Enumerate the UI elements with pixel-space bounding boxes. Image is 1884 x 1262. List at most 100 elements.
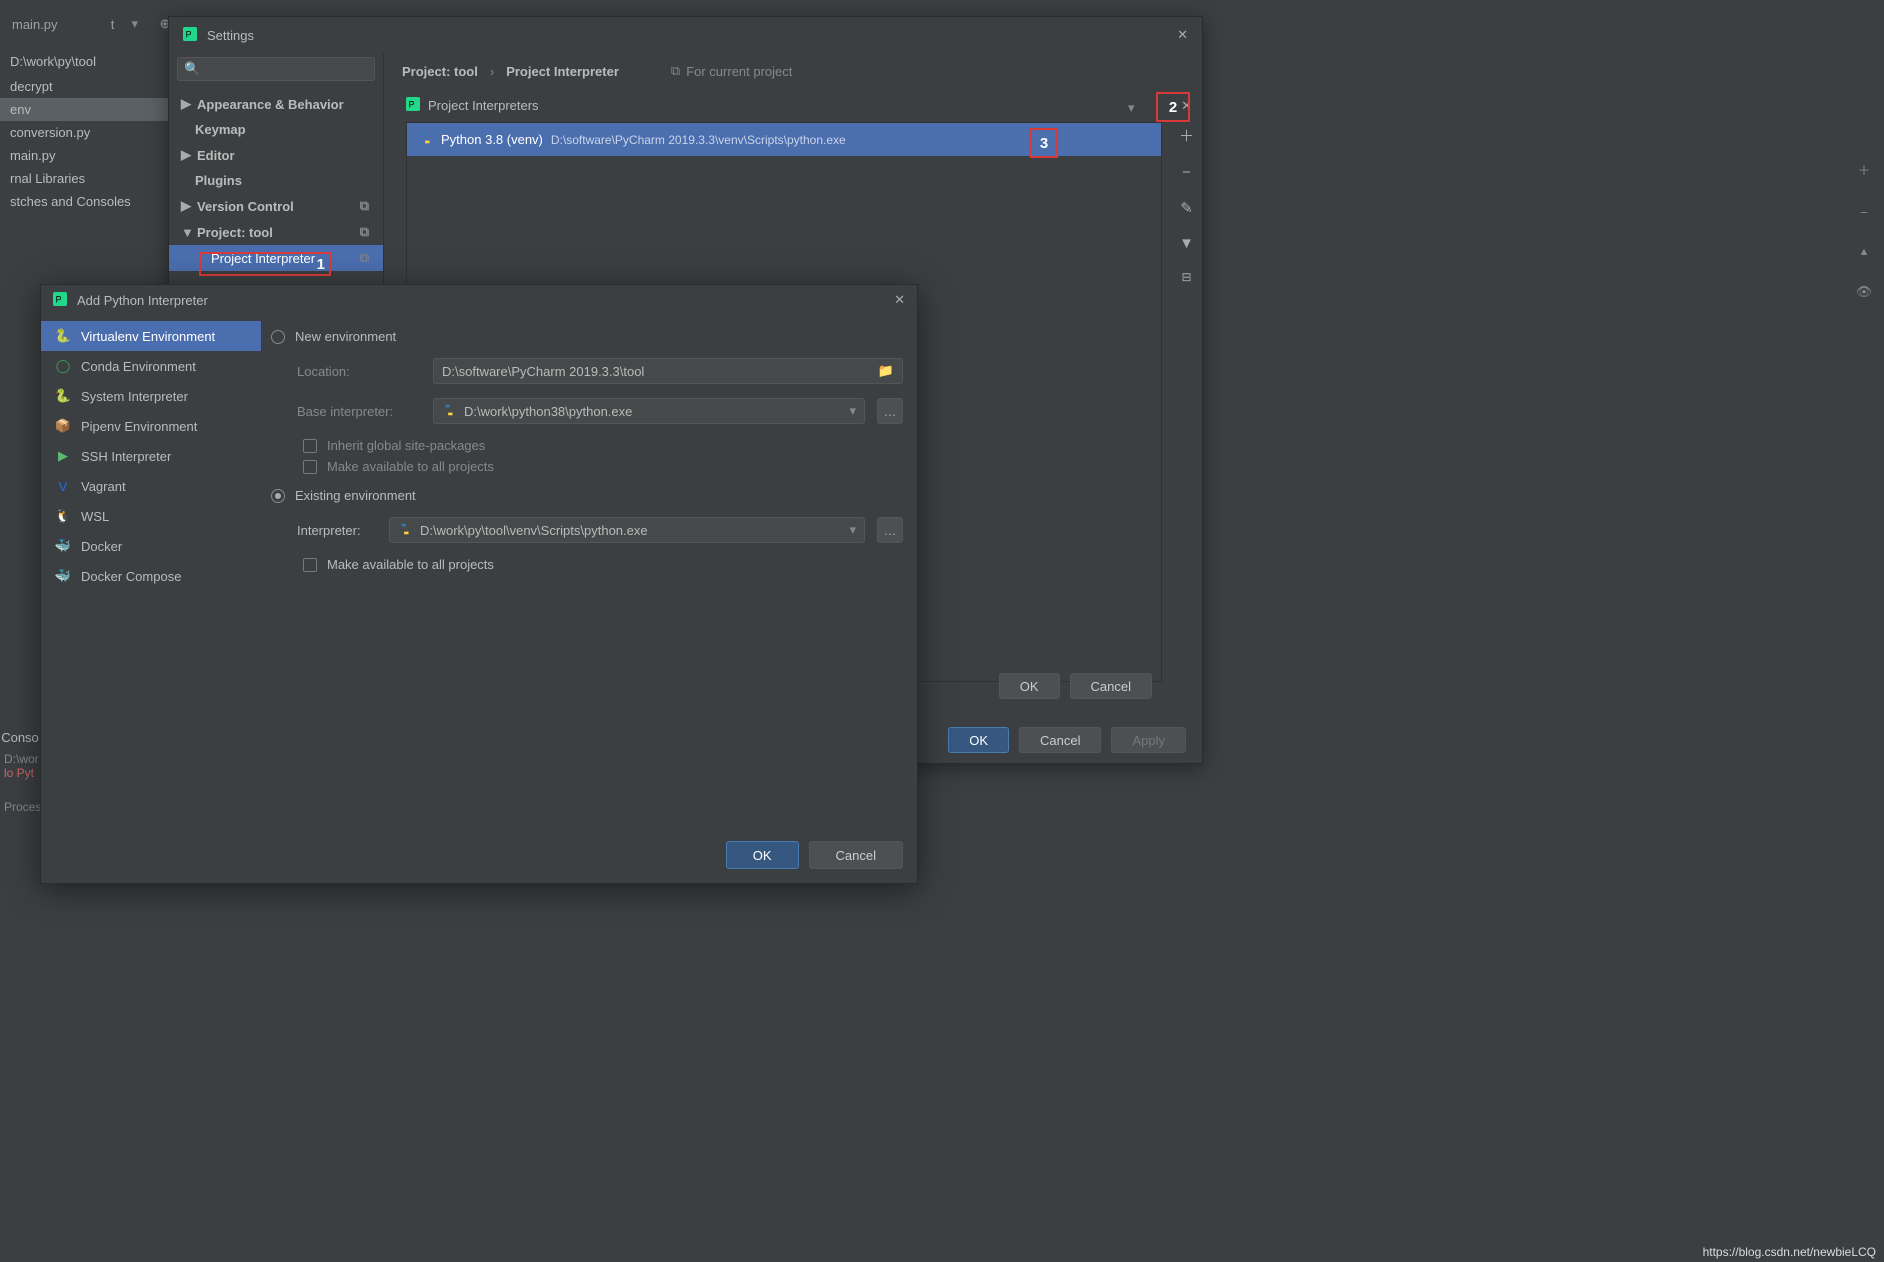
existing-env-label: Existing environment	[295, 488, 416, 503]
console-process: Proces	[4, 800, 40, 814]
checkbox-inherit[interactable]	[303, 439, 317, 453]
category-label: Project: tool	[197, 225, 273, 240]
settings-category[interactable]: ▶Version Control⧉	[169, 193, 383, 219]
pycharm-icon: P	[183, 27, 197, 44]
ok-button[interactable]: OK	[726, 841, 799, 869]
env-icon: 🐧	[55, 508, 71, 524]
svg-text:P: P	[409, 100, 415, 110]
python-icon	[419, 131, 433, 148]
env-icon: 📦	[55, 418, 71, 434]
python-icon	[398, 522, 412, 539]
close-icon[interactable]: ✕	[1181, 98, 1192, 114]
close-icon[interactable]: ✕	[894, 292, 905, 308]
env-type-item[interactable]: ▶SSH Interpreter	[41, 441, 261, 471]
inner-ok-button[interactable]: OK	[999, 673, 1060, 699]
category-label: Keymap	[195, 122, 246, 137]
svg-text:P: P	[186, 29, 192, 39]
copy-icon: ⧉	[671, 63, 680, 79]
radio-new-env[interactable]	[271, 330, 285, 344]
browse-button[interactable]: …	[877, 517, 903, 543]
pycharm-icon: P	[406, 97, 420, 114]
interpreter-row[interactable]: Python 3.8 (venv) D:\software\PyCharm 20…	[407, 123, 1161, 156]
env-type-item[interactable]: 🐳 Docker	[41, 531, 261, 561]
project-tree-item[interactable]: stches and Consoles	[0, 190, 168, 213]
settings-title: Settings	[207, 28, 254, 43]
settings-search[interactable]: 🔍	[177, 57, 375, 81]
interpreter-dropdown[interactable]: D:\work\py\tool\venv\Scripts\python.exe …	[389, 517, 865, 543]
env-type-item[interactable]: VVagrant	[41, 471, 261, 501]
location-label: Location:	[297, 364, 421, 379]
interpreter-name: Python 3.8 (venv)	[441, 132, 543, 147]
eye-icon[interactable]: 👁	[1856, 284, 1873, 300]
arrow-icon: ▶	[181, 198, 191, 214]
remove-icon[interactable]: −	[1860, 205, 1868, 220]
folder-icon[interactable]: 📁	[878, 363, 894, 379]
env-type-item[interactable]: 🐧 WSL	[41, 501, 261, 531]
settings-category[interactable]: Project Interpreter⧉	[169, 245, 383, 271]
env-label: Pipenv Environment	[81, 419, 197, 434]
location-input[interactable]: D:\software\PyCharm 2019.3.3\tool 📁	[433, 358, 903, 384]
tree-icon[interactable]: ⊟	[1181, 270, 1191, 284]
project-tree-item[interactable]: rnal Libraries	[0, 167, 168, 190]
console-tab[interactable]: Conso	[0, 722, 40, 752]
env-icon: ▶	[55, 448, 71, 464]
env-label: Virtualenv Environment	[81, 329, 215, 344]
env-icon: V	[55, 478, 71, 494]
env-icon: 🐍	[55, 388, 71, 404]
env-label: WSL	[81, 509, 109, 524]
env-icon: 🐳	[55, 538, 71, 554]
env-type-item[interactable]: 📦 Pipenv Environment	[41, 411, 261, 441]
category-label: Plugins	[195, 173, 242, 188]
inner-cancel-button[interactable]: Cancel	[1070, 673, 1152, 699]
remove-icon[interactable]: −	[1182, 164, 1191, 181]
scope-icon: ⧉	[360, 250, 369, 266]
new-env-label: New environment	[295, 329, 396, 344]
chevron-down-icon: ▾	[132, 16, 139, 32]
settings-category[interactable]: Plugins	[169, 168, 383, 193]
env-label: System Interpreter	[81, 389, 188, 404]
project-root[interactable]: D:\work\py\tool	[0, 48, 168, 75]
add-icon[interactable]: ＋	[1857, 160, 1870, 179]
settings-category[interactable]: ▼Project: tool⧉	[169, 219, 383, 245]
checkbox-make-available[interactable]	[303, 460, 317, 474]
ok-button[interactable]: OK	[948, 727, 1009, 753]
arrow-icon: ▼	[181, 225, 191, 240]
cancel-button[interactable]: Cancel	[1019, 727, 1101, 753]
env-type-item[interactable]: 🐍 System Interpreter	[41, 381, 261, 411]
settings-category[interactable]: ▶Appearance & Behavior	[169, 91, 383, 117]
category-label: Editor	[197, 148, 235, 163]
edit-icon[interactable]: ✎	[1180, 199, 1193, 217]
chevron-down-icon: ▾	[849, 522, 856, 538]
apply-button[interactable]: Apply	[1111, 727, 1186, 753]
interpreter-label: Interpreter:	[297, 523, 377, 538]
breadcrumb-interpreter: Project Interpreter	[506, 64, 619, 79]
env-type-item[interactable]: 🐳Docker Compose	[41, 561, 261, 591]
settings-category[interactable]: ▶ Editor	[169, 142, 383, 168]
settings-category[interactable]: Keymap	[169, 117, 383, 142]
base-interpreter-dropdown[interactable]: D:\work\python38\python.exe ▾	[433, 398, 865, 424]
project-tree-item[interactable]: decrypt	[0, 75, 168, 98]
up-icon[interactable]: ▲	[1859, 246, 1870, 258]
dropdown-arrow-icon[interactable]: ▾	[1128, 100, 1135, 116]
project-tree-item[interactable]: main.py	[0, 144, 168, 167]
arrow-icon: ▶	[181, 147, 191, 163]
filter-icon[interactable]: ▼	[1179, 235, 1194, 252]
add-icon[interactable]: ＋	[1179, 125, 1194, 146]
tab-main[interactable]: main.py	[12, 17, 58, 32]
env-type-item[interactable]: ◯Conda Environment	[41, 351, 261, 381]
watermark: https://blog.csdn.net/newbieLCQ	[1703, 1245, 1876, 1259]
env-label: Docker Compose	[81, 569, 181, 584]
panel-title: Project Interpreters	[428, 98, 539, 113]
env-type-item[interactable]: 🐍Virtualenv Environment	[41, 321, 261, 351]
add-interpreter-dialog: P Add Python Interpreter ✕ 🐍Virtualenv E…	[40, 284, 918, 884]
project-tree-item[interactable]: conversion.py	[0, 121, 168, 144]
project-tree-item[interactable]: env	[0, 98, 168, 121]
close-icon[interactable]: ✕	[1177, 27, 1188, 43]
pycharm-icon: P	[53, 292, 67, 309]
console-line: D:\wor	[4, 752, 40, 766]
env-label: Docker	[81, 539, 122, 554]
cancel-button[interactable]: Cancel	[809, 841, 903, 869]
browse-button[interactable]: …	[877, 398, 903, 424]
radio-existing-env[interactable]	[271, 489, 285, 503]
checkbox-make-available-2[interactable]	[303, 558, 317, 572]
